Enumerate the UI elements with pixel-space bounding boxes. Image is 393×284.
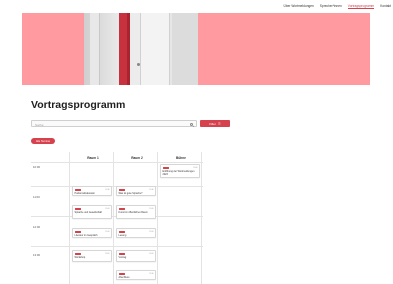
session-tag: Talk	[74, 230, 81, 233]
column-divider	[113, 152, 114, 284]
session-time: 11:00	[149, 207, 154, 210]
session-time: 10:30	[105, 188, 110, 191]
session-card[interactable]: Talk 13:00 Workshop	[72, 250, 112, 262]
header-divider	[31, 162, 203, 163]
session-time: 13:00	[149, 252, 154, 255]
column-divider	[157, 152, 158, 284]
session-card[interactable]: Talk 13:30 Abschluss	[116, 270, 156, 280]
nav-links: Über Wortmeldungen Sprecher*innen Vortra…	[284, 4, 391, 9]
session-title: Kunst im öffentlichen Raum	[118, 211, 148, 214]
session-card[interactable]: Talk 10:30 Was ist gute Sprache?	[116, 186, 156, 196]
session-tag: Talk	[118, 272, 125, 275]
session-tag: Talk	[162, 166, 169, 169]
search-placeholder: Suche	[35, 122, 44, 127]
session-tag: Talk	[118, 207, 125, 210]
session-time: 10:00	[193, 166, 198, 169]
session-card[interactable]: Talk 12:00 Lesung	[116, 228, 156, 238]
time-label: 12:00	[33, 225, 40, 229]
session-time: 12:00	[105, 230, 110, 233]
session-title: Eröffnung der Wortmeldungen 2023	[162, 170, 195, 176]
nav-item-sprecher[interactable]: Sprecher*innen	[320, 4, 342, 9]
session-card[interactable]: Talk 10:30 Podiumsdiskussion	[72, 186, 112, 196]
time-label: 10:00	[33, 165, 40, 169]
session-time: 12:00	[149, 230, 154, 233]
door-knob	[137, 63, 140, 66]
session-tag: Talk	[118, 230, 125, 233]
time-label: 11:00	[33, 195, 40, 199]
session-title: Literatur im Gespräch	[74, 234, 98, 237]
session-tag: Talk	[74, 207, 81, 210]
session-title: Lesung	[118, 234, 127, 237]
filter-icon: ☰	[217, 121, 221, 126]
all-dates-button[interactable]: Alle Termine	[31, 138, 55, 144]
hero-image	[22, 13, 370, 85]
column-divider	[201, 152, 202, 284]
filter-label: Filter	[209, 121, 216, 126]
session-time: 13:00	[105, 252, 110, 255]
session-card[interactable]: Talk 11:00 Sprache und Gesellschaft	[72, 205, 112, 219]
column-header-raum-1: Raum 1	[87, 156, 99, 160]
session-card[interactable]: Talk 10:00 Eröffnung der Wortmeldungen 202…	[160, 164, 200, 178]
column-divider	[69, 152, 70, 284]
session-card[interactable]: Talk 13:00 Vortrag	[116, 250, 156, 262]
time-label: 13:00	[33, 253, 40, 257]
nav-item-vortragsprogramm[interactable]: Vortragsprogramm	[347, 4, 375, 9]
session-time: 13:30	[149, 272, 154, 275]
schedule-grid: Raum 1 Raum 2 Bühne 10:00 11:00 12:00 13…	[31, 152, 367, 284]
session-title: Podiumsdiskussion	[74, 192, 95, 195]
session-card[interactable]: Talk 12:00 Literatur im Gespräch	[72, 228, 112, 238]
session-tag: Talk	[118, 188, 125, 191]
session-time: 11:00	[105, 207, 110, 210]
session-tag: Talk	[74, 188, 81, 191]
session-title: Was ist gute Sprache?	[118, 192, 143, 195]
column-header-raum-2: Raum 2	[131, 156, 143, 160]
column-header-buehne: Bühne	[176, 156, 186, 160]
session-title: Sprache und Gesellschaft	[74, 211, 102, 214]
session-tag: Talk	[74, 252, 81, 255]
top-navigation: Über Wortmeldungen Sprecher*innen Vortra…	[0, 0, 393, 13]
session-time: 10:30	[149, 188, 154, 191]
session-title: Vortrag	[118, 256, 127, 259]
session-title: Abschluss	[118, 276, 130, 279]
nav-item-kontakt[interactable]: Kontakt	[380, 4, 391, 9]
session-card[interactable]: Talk 11:00 Kunst im öffentlichen Raum	[116, 205, 156, 219]
search-icon[interactable]	[190, 122, 193, 126]
session-title: Workshop	[74, 256, 86, 259]
filter-button[interactable]: Filter ☰	[200, 120, 230, 127]
page-title: Vortragsprogramm	[31, 99, 126, 111]
nav-item-ueber[interactable]: Über Wortmeldungen	[284, 4, 314, 9]
door-illustration	[84, 13, 198, 85]
search-input[interactable]: Suche	[31, 120, 197, 127]
row-divider	[31, 246, 203, 247]
session-tag: Talk	[118, 252, 125, 255]
